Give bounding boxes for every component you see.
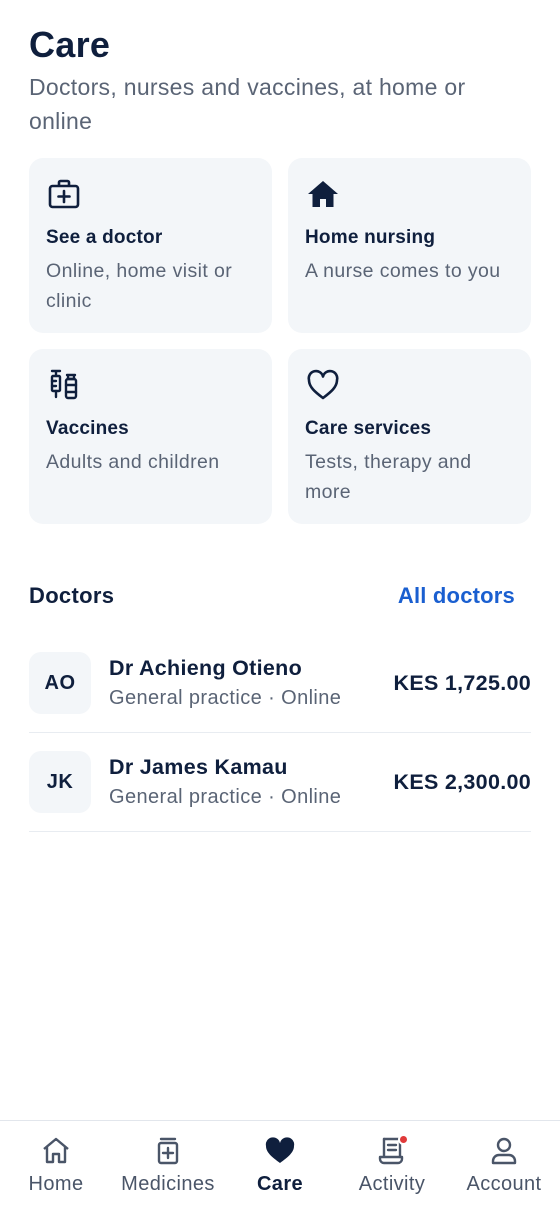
tile-description: A nurse comes to you — [305, 260, 501, 282]
nav-label: Account — [466, 1173, 542, 1195]
doctor-specialty: General practice · Online — [109, 687, 342, 709]
doctor-price: KES 1,725.00 — [393, 670, 531, 695]
tile-vaccines[interactable]: Vaccines Adults and children — [29, 349, 272, 524]
tile-description: Tests, therapy and more — [305, 451, 472, 503]
avatar: AO — [29, 652, 91, 714]
all-doctors-link[interactable]: All doctors — [398, 583, 515, 609]
tile-description: Adults and children — [46, 451, 220, 473]
doctor-price: KES 2,300.00 — [393, 769, 531, 794]
nav-label: Medicines — [121, 1173, 215, 1195]
care-screen: Care Doctors, nurses and vaccines, at ho… — [0, 0, 560, 1212]
nav-label: Care — [256, 1173, 304, 1195]
doctor-specialty: General practice · Online — [109, 786, 342, 808]
vaccine-icon — [50, 369, 78, 400]
avatar: JK — [29, 751, 91, 813]
heart-icon — [265, 1137, 295, 1163]
nav-item-medicines[interactable]: Medicines — [112, 1121, 224, 1212]
tile-title: Care services — [305, 418, 432, 439]
tile-title: Home nursing — [305, 227, 436, 248]
nav-label: Home — [28, 1173, 84, 1195]
notification-dot — [398, 1134, 409, 1145]
nav-item-home[interactable]: Home — [0, 1121, 112, 1212]
doctor-info: Dr James Kamau General practice · Online — [109, 753, 394, 811]
page-header: Care Doctors, nurses and vaccines, at ho… — [29, 24, 529, 138]
tile-care-services[interactable]: Care services Tests, therapy and more — [288, 349, 531, 524]
doctors-section-header: Doctors All doctors — [29, 578, 531, 614]
section-title: Doctors — [29, 583, 115, 608]
nav-label: Activity — [358, 1173, 426, 1195]
page-title: Care — [29, 24, 111, 65]
doctor-row[interactable]: AO Dr Achieng Otieno General practice · … — [29, 634, 531, 733]
tile-see-a-doctor[interactable]: See a doctor Online, home visit or clini… — [29, 158, 272, 333]
nav-item-activity[interactable]: Activity — [336, 1121, 448, 1212]
home-icon — [308, 181, 338, 207]
medical-bag-icon — [48, 179, 80, 209]
doctor-name: Dr Achieng Otieno — [109, 656, 303, 680]
heart-outline-icon — [307, 369, 339, 400]
doctor-name: Dr James Kamau — [109, 755, 288, 779]
home-icon — [43, 1137, 69, 1164]
bottom-nav: Home Medicines Care Activity Account — [0, 1120, 560, 1212]
user-icon — [491, 1137, 517, 1165]
page-subtitle: Doctors, nurses and vaccines, at home or… — [29, 74, 466, 134]
tile-title: Vaccines — [46, 418, 129, 439]
tile-home-nursing[interactable]: Home nursing A nurse comes to you — [288, 158, 531, 333]
doctor-row[interactable]: JK Dr James Kamau General practice · Onl… — [29, 733, 531, 832]
tile-title: See a doctor — [46, 227, 163, 248]
tile-description: Online, home visit or clinic — [46, 260, 233, 312]
nav-item-care[interactable]: Care — [224, 1121, 336, 1212]
doctor-info: Dr Achieng Otieno General practice · Onl… — [109, 654, 394, 712]
medicine-icon — [157, 1137, 179, 1165]
doctors-list: AO Dr Achieng Otieno General practice · … — [29, 634, 531, 832]
nav-item-account[interactable]: Account — [448, 1121, 560, 1212]
care-tiles: See a doctor Online, home visit or clini… — [29, 158, 531, 524]
